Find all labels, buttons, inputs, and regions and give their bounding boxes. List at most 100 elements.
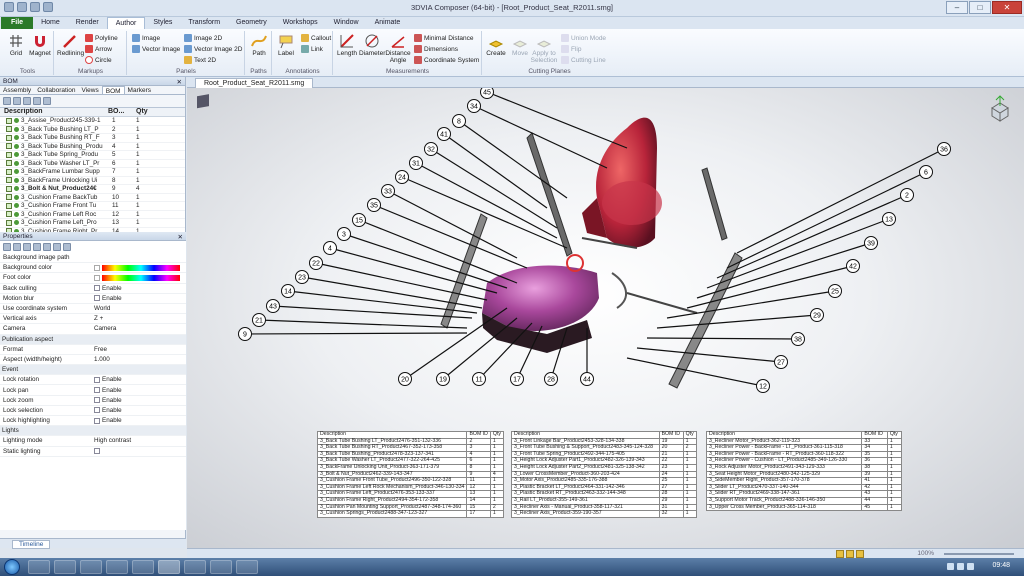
taskbar-app-icon[interactable]	[236, 560, 258, 574]
vector-image-2d-button[interactable]: Vector Image 2D	[184, 45, 242, 53]
balloon-callout[interactable]: 14	[281, 284, 295, 298]
balloon-callout[interactable]: 33	[381, 184, 395, 198]
balloon-callout[interactable]: 45	[480, 88, 494, 99]
balloon-callout[interactable]: 43	[266, 299, 280, 313]
link-button[interactable]: Link	[301, 45, 323, 53]
3d-scene[interactable]: 45 34 8 41 32 31 24 33 35 15 3 4 22 23 14 43 21 9 20 19 11 17…	[187, 88, 1024, 548]
minimize-button[interactable]: –	[946, 1, 968, 14]
status-tool-icon[interactable]	[856, 550, 864, 558]
property-value[interactable]: High contrast	[94, 437, 131, 444]
balloon-callout[interactable]: 21	[252, 313, 266, 327]
property-row[interactable]: Motion blur Enable	[0, 294, 186, 304]
property-row[interactable]: Lock zoom Enable	[0, 396, 186, 406]
prop-tool-icon[interactable]	[63, 243, 71, 251]
taskbar-app-icon[interactable]	[184, 560, 206, 574]
prop-tool-icon[interactable]	[53, 243, 61, 251]
close-button[interactable]: ✕	[992, 1, 1022, 14]
prop-tool-icon[interactable]	[33, 243, 41, 251]
visibility-checkbox[interactable]	[6, 177, 12, 184]
length-button[interactable]: Length	[334, 33, 360, 57]
balloon-callout[interactable]: 28	[544, 372, 558, 386]
tab-workshops[interactable]: Workshops	[275, 17, 326, 29]
maximize-button[interactable]: □	[969, 1, 991, 14]
image-button[interactable]: Image	[132, 34, 160, 42]
balloon-callout[interactable]: 19	[436, 372, 450, 386]
balloon-callout[interactable]: 9	[238, 327, 252, 341]
property-checkbox[interactable]	[94, 448, 100, 455]
taskbar-app-icon[interactable]	[132, 560, 154, 574]
property-row[interactable]: Static lighting	[0, 447, 186, 457]
tray-icon[interactable]	[947, 563, 954, 570]
circle-button[interactable]: Circle	[85, 56, 112, 64]
grid-button[interactable]: Grid	[3, 33, 29, 57]
visibility-checkbox[interactable]	[6, 202, 12, 209]
balloon-callout[interactable]: 15	[352, 213, 366, 227]
balloon-callout[interactable]: 23	[295, 270, 309, 284]
property-row[interactable]: Aspect (width/height) 1.000	[0, 355, 186, 366]
property-value[interactable]: Camera	[94, 325, 116, 332]
property-checkbox[interactable]	[94, 407, 100, 414]
property-section[interactable]: Event	[0, 365, 186, 376]
balloon-callout[interactable]: 12	[756, 379, 770, 393]
tray-icon[interactable]	[957, 563, 964, 570]
bom-table-row[interactable]: 3_Recliner Axis_Product-359-190-357 32 1	[511, 510, 698, 518]
balloon-callout[interactable]: 36	[937, 142, 951, 156]
bom-tool-icon[interactable]	[33, 97, 41, 105]
vector-image-button[interactable]: Vector Image	[132, 45, 180, 53]
create-cutting-plane-button[interactable]: Create	[483, 33, 509, 57]
tab-markers[interactable]: Markers	[125, 86, 154, 94]
3d-viewport[interactable]: Root_Product_Seat_R2011.smg 45 34 8 41 3…	[187, 77, 1024, 548]
balloon-callout[interactable]: 20	[398, 372, 412, 386]
text-2d-button[interactable]: Text 2D	[184, 56, 216, 64]
panel-close-icon[interactable]: ✕	[177, 78, 182, 86]
property-row[interactable]: Format Free	[0, 345, 186, 355]
taskbar-app-icon[interactable]	[210, 560, 232, 574]
tab-views[interactable]: Views	[79, 86, 102, 94]
visibility-checkbox[interactable]	[6, 185, 12, 192]
tab-animate[interactable]: Animate	[367, 17, 409, 29]
bom-tool-icon[interactable]	[43, 97, 51, 105]
property-section[interactable]: Publication aspect	[0, 334, 186, 345]
redlining-button[interactable]: Redlining	[57, 33, 84, 57]
bom-tree-row[interactable]: 3_Back Tube Bushing_Produ 4 1	[0, 143, 185, 151]
balloon-callout[interactable]: 44	[580, 372, 594, 386]
balloon-callout[interactable]: 3	[337, 227, 351, 241]
visibility-checkbox[interactable]	[6, 219, 12, 226]
prop-tool-icon[interactable]	[3, 243, 11, 251]
status-tool-icon[interactable]	[836, 550, 844, 558]
balloon-callout[interactable]: 6	[919, 165, 933, 179]
balloon-callout[interactable]: 11	[472, 372, 486, 386]
minimal-distance-button[interactable]: Minimal Distance	[414, 34, 474, 42]
bom-tool-icon[interactable]	[13, 97, 21, 105]
callout-button[interactable]: Callout	[301, 34, 331, 42]
balloon-callout[interactable]: 34	[467, 99, 481, 113]
seat-back-part[interactable]	[582, 117, 662, 248]
visibility-checkbox[interactable]	[6, 117, 12, 124]
property-checkbox[interactable]	[94, 295, 100, 302]
prop-tool-icon[interactable]	[23, 243, 31, 251]
tab-assembly[interactable]: Assembly	[0, 86, 34, 94]
bom-tree-row[interactable]: 3_Back Tube Washer LT_Pr 6 1	[0, 160, 185, 168]
color-swatch[interactable]	[94, 274, 100, 281]
balloon-callout[interactable]: 29	[810, 308, 824, 322]
diameter-button[interactable]: Diameter	[359, 33, 385, 57]
property-value[interactable]: 1.000	[94, 356, 110, 363]
balloon-callout[interactable]: 42	[846, 259, 860, 273]
property-value[interactable]: Free	[94, 346, 107, 353]
dimensions-button[interactable]: Dimensions	[414, 45, 458, 53]
tab-window[interactable]: Window	[326, 17, 367, 29]
balloon-callout[interactable]: 41	[437, 127, 451, 141]
balloon-callout[interactable]: 27	[774, 355, 788, 369]
visibility-checkbox[interactable]	[6, 126, 12, 133]
apply-to-selection-button[interactable]: Apply to Selection	[530, 33, 558, 64]
property-row[interactable]: Lighting mode High contrast	[0, 436, 186, 447]
frame-parts[interactable]	[440, 132, 743, 389]
label-button[interactable]: Label	[273, 33, 299, 57]
balloon-callout[interactable]: 8	[452, 114, 466, 128]
property-row[interactable]: Back culling Enable	[0, 284, 186, 294]
visibility-checkbox[interactable]	[6, 194, 12, 201]
arrow-button[interactable]: Arrow	[85, 45, 112, 53]
tab-bom[interactable]: BOM	[101, 86, 125, 95]
taskbar-app-icon[interactable]	[106, 560, 128, 574]
bom-table[interactable]: Description BOM ID Qty 3_Back Tube Bushing …	[316, 431, 505, 518]
